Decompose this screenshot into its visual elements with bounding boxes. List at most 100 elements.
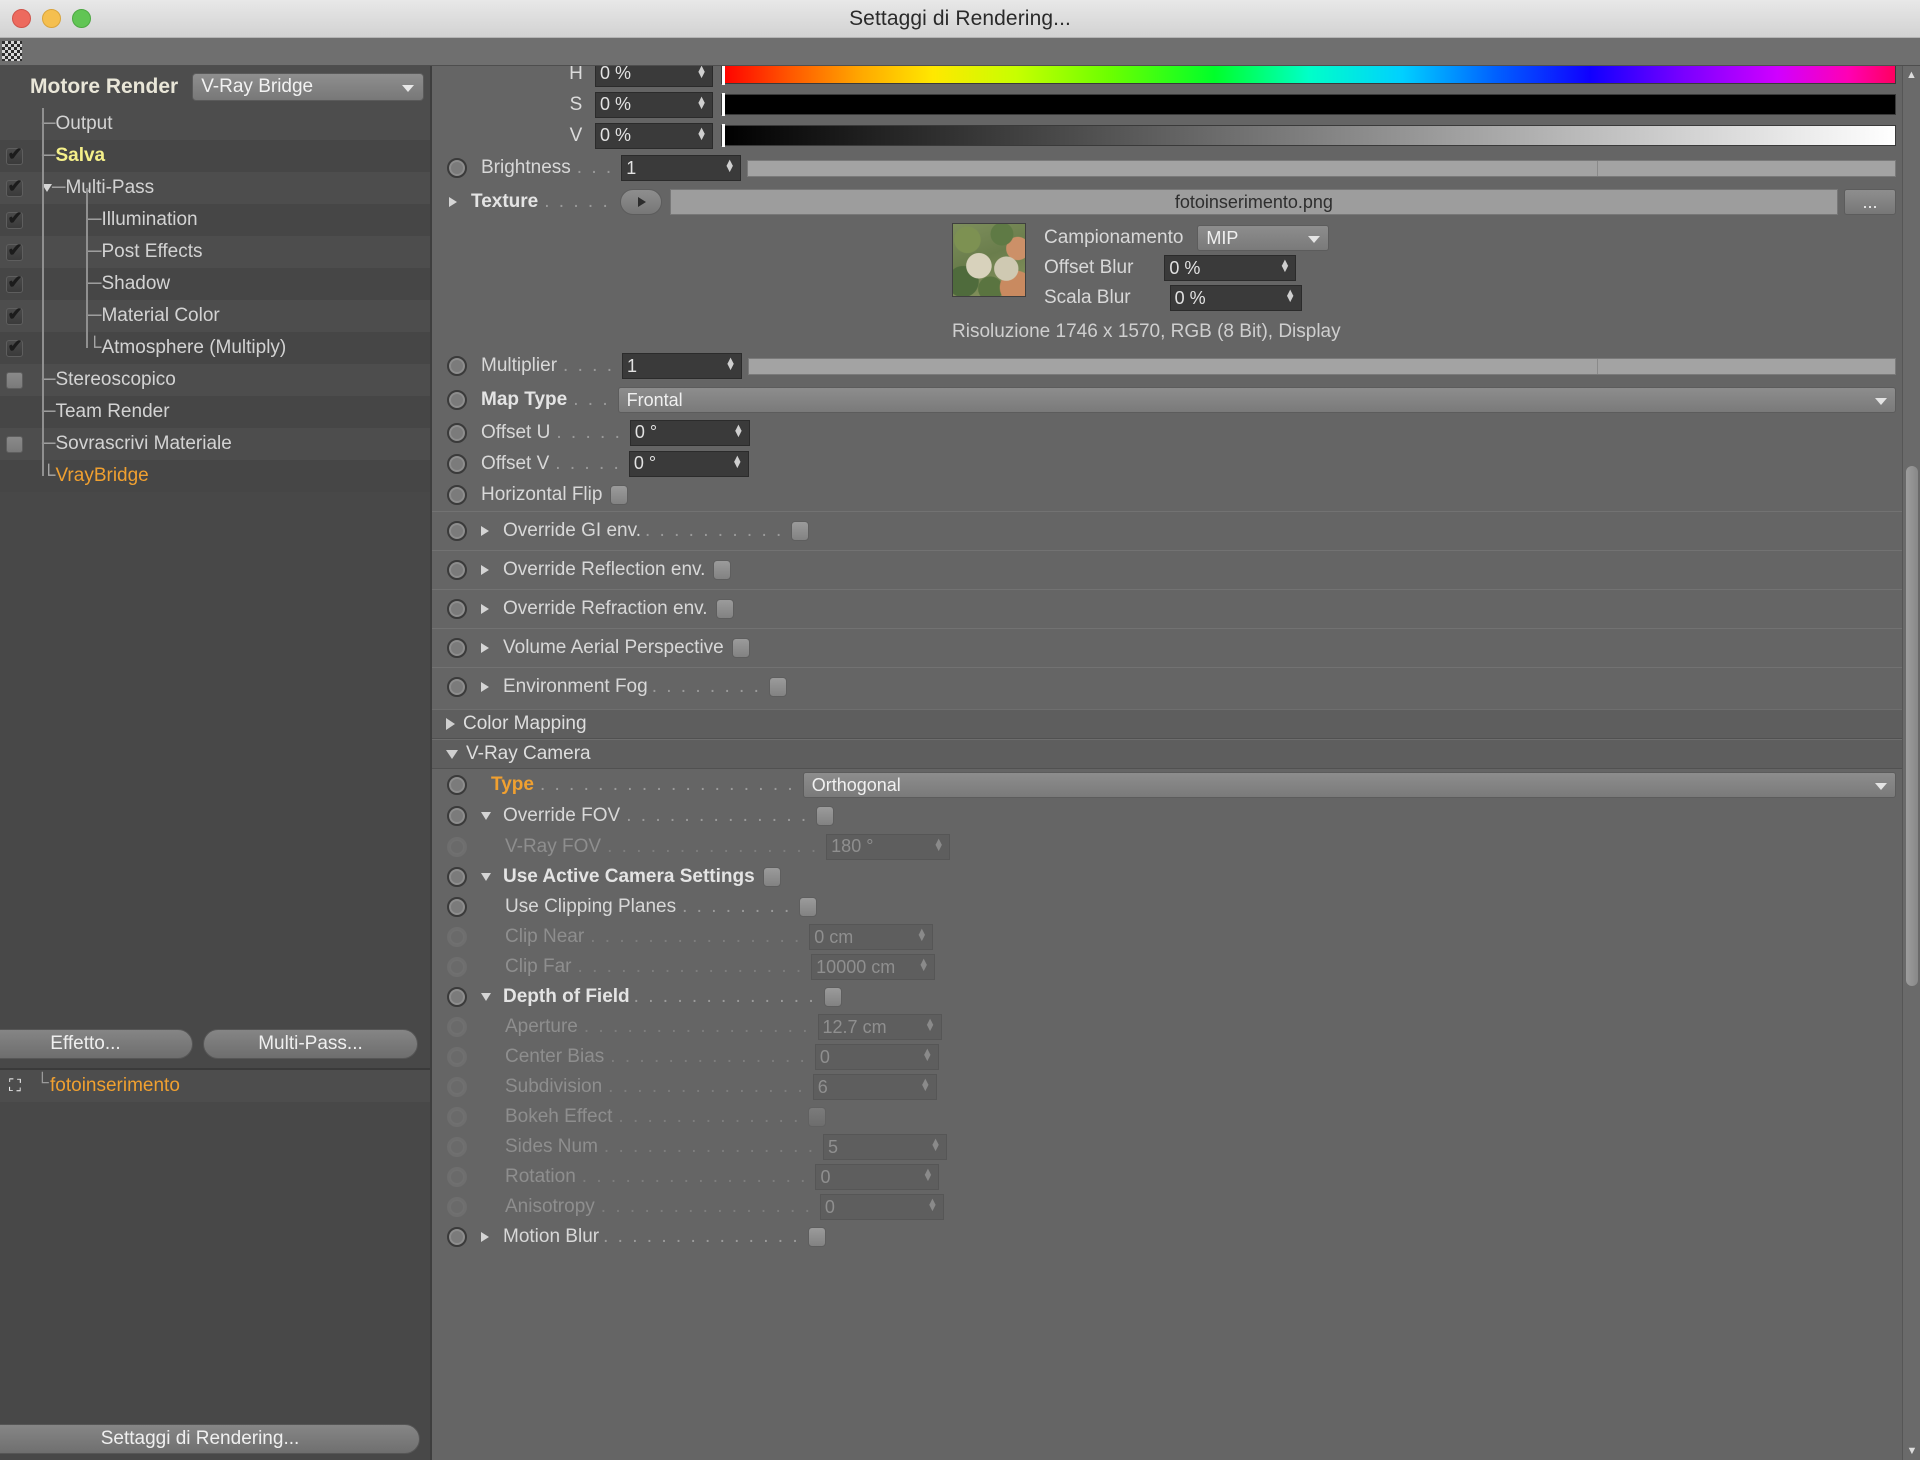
hsv-s-input[interactable]: 0 % ▲ ▼: [595, 91, 713, 118]
sidebar-item-material-color[interactable]: ─Material Color: [0, 300, 430, 332]
texture-menu-button[interactable]: [619, 189, 662, 215]
render-settings-button[interactable]: Settaggi di Rendering...: [0, 1424, 420, 1454]
use-active-camera-checkbox[interactable]: [762, 867, 781, 887]
triangle-down-icon[interactable]: [481, 812, 491, 820]
checkbox[interactable]: [5, 240, 23, 261]
multiplier-input[interactable]: 1 ▲ ▼: [621, 353, 742, 379]
scroll-down-icon[interactable]: ▼: [1903, 1442, 1920, 1460]
texture-thumbnail[interactable]: [952, 223, 1026, 297]
camera-type-animation-dot[interactable]: [447, 775, 467, 795]
section-color-mapping[interactable]: Color Mapping: [432, 709, 1920, 739]
brightness-animation-dot[interactable]: [447, 158, 467, 178]
horizontal-flip-checkbox[interactable]: [610, 485, 629, 505]
offset-u-input[interactable]: 0 ° ▲ ▼: [629, 419, 750, 446]
sidebar-item-vraybridge[interactable]: └ VrayBridge: [0, 460, 430, 492]
motion-blur-checkbox[interactable]: [807, 1227, 826, 1247]
hsv-v-input[interactable]: 0 % ▲ ▼: [595, 122, 713, 149]
override-refraction-env-animation-dot[interactable]: [447, 599, 467, 619]
texture-expander-icon[interactable]: [449, 197, 457, 207]
stepper-icon[interactable]: ▲ ▼: [724, 158, 735, 175]
stepper-icon[interactable]: ▲ ▼: [696, 94, 707, 111]
hsv-h-gradient-bar[interactable]: [721, 66, 1896, 85]
environment-fog-animation-dot[interactable]: [447, 677, 467, 697]
horizontal-flip-animation-dot[interactable]: [447, 485, 467, 505]
sidebar-item-stereoscopico[interactable]: ─ Stereoscopico: [0, 364, 430, 396]
checkbox[interactable]: [5, 144, 23, 165]
triangle-right-icon[interactable]: [481, 682, 489, 692]
triangle-right-icon[interactable]: [481, 604, 489, 614]
depth-of-field-checkbox[interactable]: [823, 987, 842, 1007]
override-refraction-env-checkbox[interactable]: [715, 599, 734, 619]
checkbox[interactable]: [5, 371, 23, 389]
checkbox[interactable]: [5, 176, 23, 197]
hsv-marker[interactable]: [722, 124, 725, 147]
multipass-button[interactable]: Multi-Pass...: [203, 1029, 418, 1059]
sidebar-item-atmosphere-multiply[interactable]: └Atmosphere (Multiply): [0, 332, 430, 364]
motion-blur-animation-dot[interactable]: [447, 1227, 467, 1247]
checkbox[interactable]: [5, 272, 23, 293]
stepper-icon[interactable]: ▲ ▼: [696, 66, 707, 80]
camera-type-select[interactable]: Orthogonal: [802, 772, 1896, 798]
triangle-right-icon[interactable]: [481, 1232, 489, 1242]
override-reflection-env-animation-dot[interactable]: [447, 560, 467, 580]
multiplier-slider[interactable]: [747, 357, 1896, 375]
effetto-button[interactable]: Effetto...: [0, 1029, 193, 1059]
depth-of-field-animation-dot[interactable]: [447, 987, 467, 1007]
hsv-s-gradient-bar[interactable]: [721, 93, 1896, 116]
triangle-down-icon[interactable]: [481, 873, 491, 881]
override-fov-animation-dot[interactable]: [447, 806, 467, 826]
brightness-input[interactable]: 1 ▲ ▼: [621, 155, 742, 181]
stepper-icon[interactable]: ▲ ▼: [725, 356, 736, 373]
hsv-v-gradient-bar[interactable]: [721, 124, 1896, 147]
volume-aerial-perspective-checkbox[interactable]: [731, 638, 750, 658]
stepper-icon[interactable]: ▲ ▼: [732, 453, 743, 470]
stepper-icon[interactable]: ▲ ▼: [696, 125, 707, 142]
texture-path-field[interactable]: fotoinserimento.png: [669, 189, 1838, 215]
sidebar-item-multi-pass[interactable]: ─Multi-Pass: [0, 172, 430, 204]
object-row[interactable]: ⛶ └ fotoinserimento: [0, 1068, 430, 1102]
render-engine-select[interactable]: V-Ray Bridge: [192, 73, 425, 101]
map-type-select[interactable]: Frontal: [617, 387, 1896, 413]
campionamento-select[interactable]: MIP: [1197, 225, 1330, 251]
override-reflection-env-checkbox[interactable]: [713, 560, 732, 580]
sidebar-item-post-effects[interactable]: ─Post Effects: [0, 236, 430, 268]
checkbox[interactable]: [5, 336, 23, 357]
scala-blur-input[interactable]: 0 % ▲ ▼: [1169, 285, 1302, 311]
use-active-camera-animation-dot[interactable]: [447, 867, 467, 887]
hsv-h-input[interactable]: 0 % ▲ ▼: [595, 66, 713, 87]
checkbox[interactable]: [5, 304, 23, 325]
offset-blur-input[interactable]: 0 % ▲ ▼: [1164, 255, 1297, 281]
sidebar-item-shadow[interactable]: ─Shadow: [0, 268, 430, 300]
scroll-up-icon[interactable]: ▲: [1903, 66, 1920, 84]
drag-handle-icon[interactable]: [2, 41, 22, 61]
triangle-right-icon[interactable]: [481, 526, 489, 536]
sidebar-item-output[interactable]: ─ Output: [0, 108, 430, 140]
volume-aerial-perspective-animation-dot[interactable]: [447, 638, 467, 658]
offset-v-animation-dot[interactable]: [447, 453, 467, 474]
checkbox[interactable]: [5, 435, 23, 453]
triangle-down-icon[interactable]: [481, 993, 491, 1001]
stepper-icon[interactable]: ▲ ▼: [733, 422, 744, 439]
texture-browse-button[interactable]: ...: [1844, 189, 1896, 215]
stepper-icon[interactable]: ▲ ▼: [1285, 288, 1296, 305]
override-gi-env-checkbox[interactable]: [791, 521, 810, 541]
triangle-right-icon[interactable]: [481, 565, 489, 575]
settings-tree[interactable]: ─Output─Salva─Multi-Pass─Illumination─Po…: [0, 108, 430, 492]
stepper-icon[interactable]: ▲ ▼: [1280, 258, 1291, 275]
offset-u-animation-dot[interactable]: [447, 422, 467, 443]
hsv-marker[interactable]: [722, 66, 725, 85]
scrollbar-thumb[interactable]: [1906, 466, 1918, 986]
sidebar-item-salva[interactable]: ─Salva: [0, 140, 430, 172]
hsv-marker[interactable]: [722, 93, 725, 116]
main-panel-scrollbar[interactable]: ▲ ▼: [1902, 66, 1920, 1460]
section-vray-camera[interactable]: V-Ray Camera: [432, 739, 1920, 769]
brightness-slider[interactable]: [747, 159, 1896, 177]
environment-fog-checkbox[interactable]: [768, 677, 787, 697]
override-gi-env-animation-dot[interactable]: [447, 521, 467, 541]
override-fov-checkbox[interactable]: [816, 806, 835, 826]
triangle-right-icon[interactable]: [481, 643, 489, 653]
use-clipping-planes-animation-dot[interactable]: [447, 897, 467, 917]
checkbox[interactable]: [5, 208, 23, 229]
use-clipping-planes-checkbox[interactable]: [799, 897, 818, 917]
sidebar-item-sovrascrivi-materiale[interactable]: ─ Sovrascrivi Materiale: [0, 428, 430, 460]
